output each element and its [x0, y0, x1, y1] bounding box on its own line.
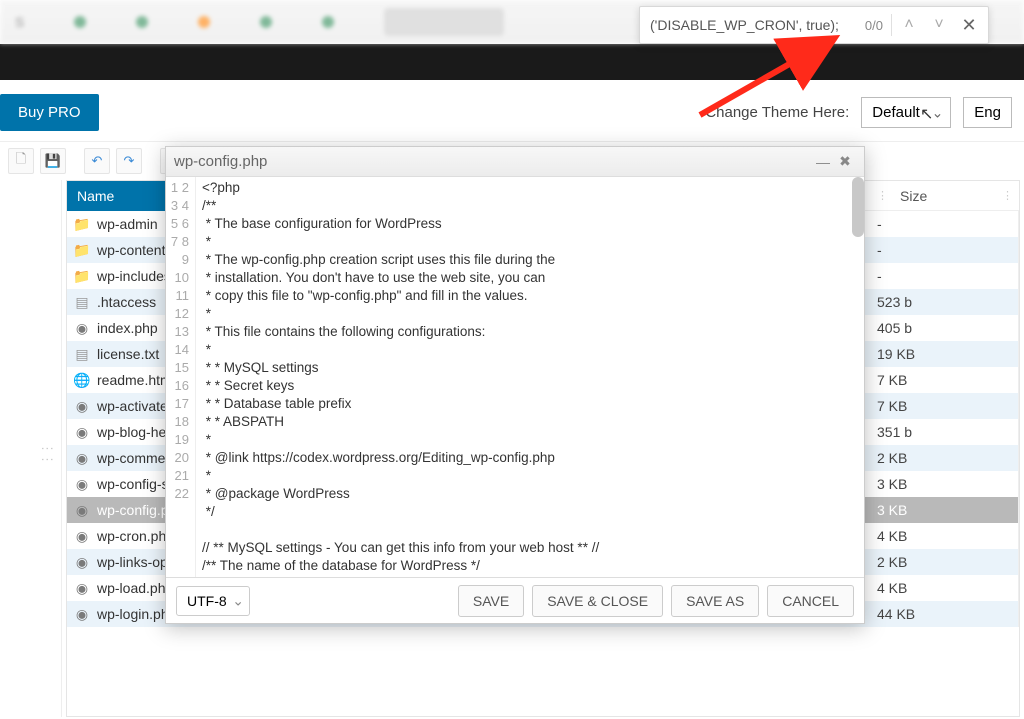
- theme-label: Change Theme Here:: [705, 104, 849, 121]
- file-size-cell: 351 b: [859, 419, 1019, 445]
- file-size-cell: 4 KB: [859, 575, 1019, 601]
- editor-body[interactable]: 1 2 3 4 5 6 7 8 9 10 11 12 13 14 15 16 1…: [166, 177, 864, 577]
- file-size-cell: 2 KB: [859, 445, 1019, 471]
- file-size-cell: 4 KB: [859, 523, 1019, 549]
- file-type-icon: ◉: [67, 424, 97, 441]
- file-size-cell: 405 b: [859, 315, 1019, 341]
- file-type-icon: 📁: [67, 216, 97, 233]
- cancel-button[interactable]: CANCEL: [767, 585, 854, 617]
- file-size-cell: 19 KB: [859, 341, 1019, 367]
- file-type-icon: ▤: [67, 294, 97, 311]
- file-size-cell: 44 KB: [859, 601, 1019, 627]
- encoding-select[interactable]: UTF-8: [176, 586, 250, 616]
- file-type-icon: ◉: [67, 476, 97, 493]
- buy-pro-button[interactable]: Buy PRO: [0, 94, 99, 131]
- file-size-cell: -: [859, 263, 1019, 289]
- find-next-button[interactable]: ˅: [924, 10, 954, 40]
- header-size[interactable]: Size: [900, 188, 927, 204]
- grip-icon[interactable]: ⋮⋮: [40, 442, 55, 464]
- file-size-cell: 7 KB: [859, 393, 1019, 419]
- code-editor-panel: wp-config.php — ✖ 1 2 3 4 5 6 7 8 9 10 1…: [165, 146, 865, 624]
- file-size-cell: 7 KB: [859, 367, 1019, 393]
- find-input[interactable]: [650, 17, 859, 33]
- file-size-cell: -: [859, 237, 1019, 263]
- file-type-icon: ◉: [67, 528, 97, 545]
- save-button[interactable]: SAVE: [458, 585, 524, 617]
- file-size-cell: 523 b: [859, 289, 1019, 315]
- theme-select[interactable]: Default: [861, 97, 951, 128]
- file-type-icon: 🌐: [67, 372, 97, 389]
- file-type-icon: 📁: [67, 268, 97, 285]
- editor-footer: UTF-8 ⌄ SAVE SAVE & CLOSE SAVE AS CANCEL: [166, 577, 864, 623]
- code-area[interactable]: <?php /** * The base configuration for W…: [196, 177, 864, 577]
- save-as-button[interactable]: SAVE AS: [671, 585, 759, 617]
- minimize-icon[interactable]: —: [812, 154, 834, 170]
- new-file-icon[interactable]: 🗋: [8, 148, 34, 174]
- editor-titlebar[interactable]: wp-config.php — ✖: [166, 147, 864, 177]
- file-size-cell: 3 KB: [859, 471, 1019, 497]
- file-size-cell: 2 KB: [859, 549, 1019, 575]
- file-type-icon: ◉: [67, 320, 97, 337]
- grip-icon: ⋮: [1002, 189, 1011, 202]
- undo-icon[interactable]: ↶: [84, 148, 110, 174]
- find-close-button[interactable]: ✕: [954, 10, 984, 40]
- redo-icon[interactable]: ↷: [116, 148, 142, 174]
- file-type-icon: ◉: [67, 580, 97, 597]
- site-header-strip: [0, 44, 1024, 80]
- top-toolbar: Buy PRO Change Theme Here: Default ⌄ Eng: [0, 80, 1024, 142]
- save-close-button[interactable]: SAVE & CLOSE: [532, 585, 663, 617]
- file-type-icon: 📁: [67, 242, 97, 259]
- grip-icon: ⋮: [877, 189, 886, 202]
- close-icon[interactable]: ✖: [834, 153, 856, 170]
- save-icon[interactable]: 💾: [40, 148, 66, 174]
- line-gutter: 1 2 3 4 5 6 7 8 9 10 11 12 13 14 15 16 1…: [166, 177, 196, 577]
- file-type-icon: ◉: [67, 606, 97, 623]
- find-prev-button[interactable]: ˄: [894, 10, 924, 40]
- file-type-icon: ◉: [67, 398, 97, 415]
- scrollbar-thumb[interactable]: [852, 177, 864, 237]
- file-type-icon: ◉: [67, 554, 97, 571]
- find-count: 0/0: [865, 18, 883, 33]
- file-size-cell: 3 KB: [859, 497, 1019, 523]
- file-type-icon: ◉: [67, 502, 97, 519]
- file-size-cell: -: [859, 211, 1019, 237]
- file-type-icon: ◉: [67, 450, 97, 467]
- editor-filename: wp-config.php: [174, 153, 812, 170]
- language-button[interactable]: Eng: [963, 97, 1012, 128]
- find-in-page-bar: 0/0 ˄ ˅ ✕: [639, 6, 989, 44]
- file-type-icon: ▤: [67, 346, 97, 363]
